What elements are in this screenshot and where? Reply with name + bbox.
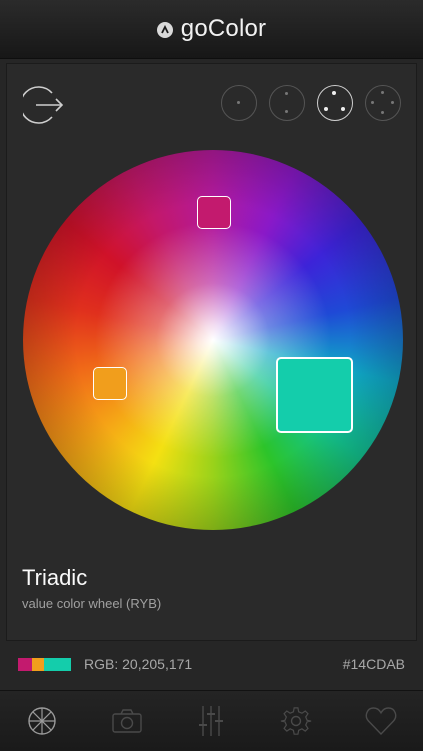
mode-single-button[interactable] [221,85,257,121]
swatch-handle-magenta[interactable] [197,196,231,229]
palette-color-1 [18,657,32,671]
swatch-handle-orange[interactable] [93,367,127,400]
palette-strip[interactable] [18,657,71,671]
camera-icon [112,709,142,733]
tab-settings[interactable] [276,701,316,741]
tab-bar [0,690,423,751]
tab-camera[interactable] [107,701,147,741]
mode-tetradic-button[interactable] [365,85,401,121]
mode-complementary-button[interactable] [269,85,305,121]
scheme-subtitle: value color wheel (RYB) [22,596,162,611]
tab-adjust[interactable] [191,701,231,741]
rgb-value: RGB: 20,205,171 [84,656,193,672]
heart-icon [365,707,396,736]
sliders-icon [199,706,224,736]
gear-icon [280,707,312,735]
app-title: goColor [180,15,267,42]
scheme-name: Triadic [22,565,88,590]
mode-triadic-button[interactable] [317,85,353,121]
exit-button[interactable] [19,84,65,126]
title-bar: goColor [0,0,423,59]
tab-color-wheel[interactable] [22,701,62,741]
app-logo-icon [156,22,173,38]
tab-favorites[interactable] [361,701,401,741]
palette-color-3 [44,657,71,671]
color-info-bar: RGB: 20,205,171 #14CDAB [0,646,423,682]
hex-value: #14CDAB [342,656,405,672]
palette-color-2 [32,657,44,671]
color-wheel-icon [28,707,56,735]
color-panel: Triadic value color wheel (RYB) [7,64,416,640]
swatch-handle-teal-selected[interactable] [276,357,353,433]
exit-icon [19,86,64,124]
